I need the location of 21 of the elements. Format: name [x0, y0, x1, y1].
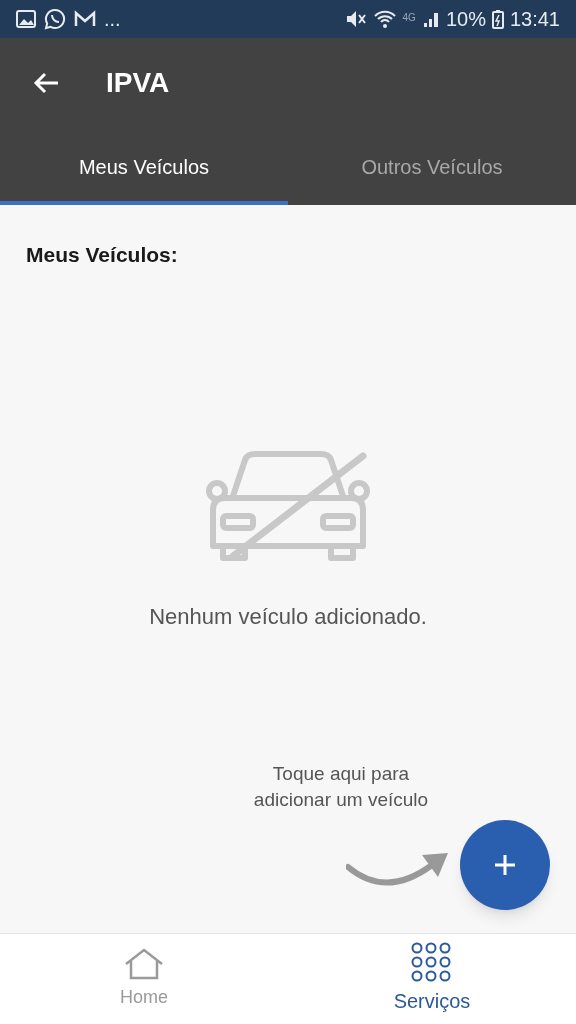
notification-overflow: ... — [104, 9, 121, 29]
plus-icon — [494, 854, 516, 876]
hint-text: Toque aqui para adicionar um veículo — [252, 762, 430, 812]
tab[interactable]: Outros Veículos — [288, 128, 576, 205]
screen-title: IPVA — [106, 66, 170, 100]
empty-state-message: Nenhum veículo adicionado. — [149, 602, 427, 631]
chat-icon — [44, 8, 66, 30]
clock: 13:41 — [509, 7, 560, 32]
mute-icon — [344, 9, 367, 29]
tab[interactable]: Meus Veículos — [0, 128, 288, 205]
battery-icon — [491, 9, 504, 29]
battery-percent: 10% — [445, 7, 486, 32]
back-arrow-icon — [32, 71, 60, 95]
section-title: Meus Veículos: — [26, 242, 178, 268]
nav-item[interactable]: Serviços — [288, 934, 576, 1024]
wifi-icon — [372, 9, 397, 29]
mail-icon — [74, 10, 96, 28]
network-label: 4G — [402, 11, 416, 25]
grid-icon — [411, 942, 453, 982]
home-icon — [124, 947, 164, 980]
gallery-icon — [16, 10, 36, 28]
